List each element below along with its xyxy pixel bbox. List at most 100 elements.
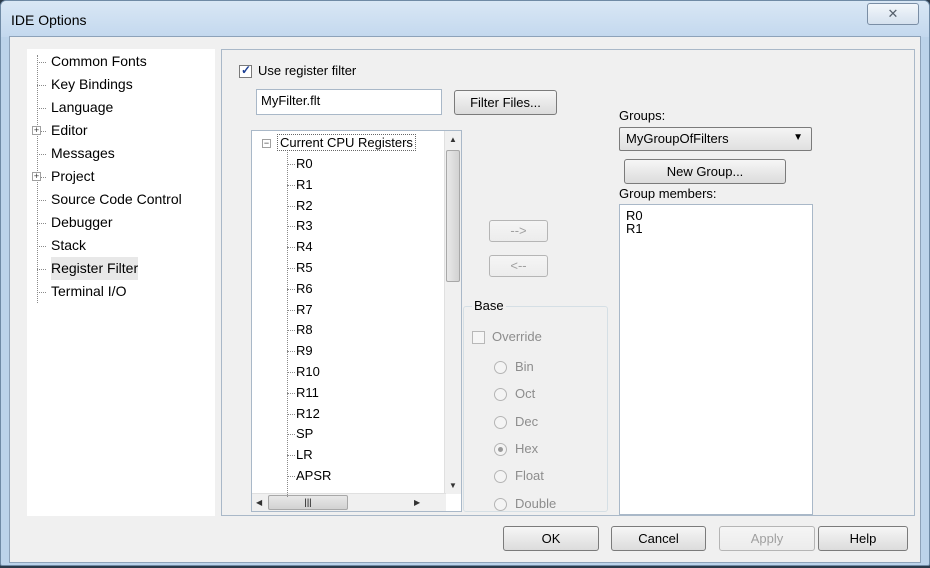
nav-item-label: Stack <box>51 237 87 253</box>
tree-branch-line <box>37 292 46 293</box>
tree-branch-line <box>287 247 295 249</box>
group-members-list[interactable]: R0 R1 <box>619 204 813 515</box>
group-member-item[interactable]: R1 <box>626 222 806 235</box>
base-oct-radio[interactable] <box>494 388 507 402</box>
nav-item-source-code-control[interactable]: Source Code Control <box>27 188 215 211</box>
use-register-filter-label: Use register filter <box>258 63 357 78</box>
scroll-left-icon[interactable]: ◀ <box>256 498 262 507</box>
nav-item-stack[interactable]: Stack <box>27 234 215 257</box>
base-dec-radio[interactable] <box>494 415 507 429</box>
groups-label: Groups: <box>619 108 666 123</box>
register-item-r4[interactable]: R4 <box>287 237 313 257</box>
help-button[interactable]: Help <box>818 526 908 551</box>
tree-branch-line <box>37 200 46 201</box>
register-tree[interactable]: R0 R1 R2 R3 R4 R5 R6 R7 R8 R9 R10 R11 R12 SP LR APSR ▲ … <box>251 130 462 512</box>
groups-selected-value: MyGroupOfFilters <box>626 131 729 146</box>
register-tree-vertical-scrollbar[interactable]: ▲ ▼ <box>444 131 461 494</box>
new-group-button[interactable]: New Group... <box>624 159 786 184</box>
nav-item-language[interactable]: Language <box>27 96 215 119</box>
collapse-icon[interactable]: − <box>262 139 271 148</box>
filter-files-button[interactable]: Filter Files... <box>454 90 557 115</box>
tree-branch-line <box>287 351 295 353</box>
register-item-label: LR <box>296 447 313 463</box>
nav-item-label: Register Filter <box>51 257 139 280</box>
groups-dropdown[interactable]: MyGroupOfFilters ▼ <box>619 127 812 151</box>
base-bin-radio[interactable] <box>494 361 507 374</box>
register-item-r0[interactable]: R0 <box>287 154 313 174</box>
register-item-r2[interactable]: R2 <box>287 196 313 216</box>
remove-from-group-button[interactable]: <-- <box>489 255 548 277</box>
nav-item-label: Project <box>51 168 95 184</box>
register-item-r6[interactable]: R6 <box>287 279 313 299</box>
register-tree-root[interactable]: − Current CPU Registers <box>260 133 416 153</box>
scroll-up-icon[interactable]: ▲ <box>449 135 457 144</box>
register-item-sp[interactable]: SP <box>287 424 313 444</box>
vertical-scroll-thumb[interactable] <box>446 150 460 282</box>
base-double-label: Double <box>515 495 557 511</box>
tree-branch-line <box>287 476 295 478</box>
expand-icon[interactable]: + <box>32 126 41 135</box>
nav-item-label: Source Code Control <box>51 191 182 207</box>
group-member-item[interactable]: R0 <box>626 209 806 222</box>
nav-item-label: Language <box>51 99 114 115</box>
tree-branch-line <box>287 205 295 207</box>
register-item-r9[interactable]: R9 <box>287 341 313 361</box>
base-double-radio[interactable] <box>494 497 507 511</box>
filter-file-field[interactable]: MyFilter.flt <box>256 89 442 115</box>
nav-item-editor[interactable]: + Editor <box>27 119 215 142</box>
nav-item-common-fonts[interactable]: Common Fonts <box>27 50 215 73</box>
expand-icon[interactable]: + <box>32 172 41 181</box>
register-item-label: R4 <box>296 239 313 255</box>
register-item-label: R9 <box>296 343 313 359</box>
register-tree-horizontal-scrollbar[interactable]: ◀ ||| ▶ <box>252 493 446 511</box>
nav-item-messages[interactable]: Messages <box>27 142 215 165</box>
register-item-r1[interactable]: R1 <box>287 175 313 195</box>
register-item-label: R6 <box>296 280 313 296</box>
tree-branch-line <box>287 434 295 436</box>
register-item-lr[interactable]: LR <box>287 445 313 465</box>
tree-branch-line <box>287 268 295 270</box>
nav-item-project[interactable]: + Project <box>27 165 215 188</box>
register-item-label: R2 <box>296 197 313 213</box>
register-item-label: R0 <box>296 156 313 171</box>
nav-item-label: Messages <box>51 145 115 161</box>
tree-branch-line <box>287 413 295 415</box>
nav-item-debugger[interactable]: Debugger <box>27 211 215 234</box>
register-item-label: R8 <box>296 322 313 338</box>
close-button[interactable]: ✕ <box>867 3 919 25</box>
base-group-box: Base Override Bin Oct Dec Hex Float Double <box>463 298 608 512</box>
base-hex-radio[interactable] <box>494 442 507 456</box>
tree-branch-line <box>287 184 295 186</box>
register-item-r7[interactable]: R7 <box>287 300 313 320</box>
apply-button[interactable]: Apply <box>719 526 815 551</box>
base-oct-label: Oct <box>515 386 536 402</box>
register-item-r8[interactable]: R8 <box>287 320 313 340</box>
scroll-right-icon[interactable]: ▶ <box>414 498 420 507</box>
dialog-client-area: Common Fonts Key Bindings Language + Editor M… <box>9 36 921 563</box>
scroll-down-icon[interactable]: ▼ <box>449 481 457 490</box>
add-to-group-button[interactable]: --> <box>489 220 548 242</box>
tree-branch-line <box>37 223 46 224</box>
nav-item-label: Editor <box>51 122 88 138</box>
register-item-r12[interactable]: R12 <box>287 404 320 424</box>
options-category-tree[interactable]: Common Fonts Key Bindings Language + Editor M… <box>27 49 215 516</box>
use-register-filter-checkbox[interactable] <box>239 63 252 78</box>
tree-branch-line <box>287 164 295 166</box>
ok-button[interactable]: OK <box>503 526 599 551</box>
tree-guide-line <box>287 152 288 497</box>
register-item-r10[interactable]: R10 <box>287 362 320 382</box>
register-item-r11[interactable]: R11 <box>287 383 319 403</box>
register-item-r5[interactable]: R5 <box>287 258 313 278</box>
nav-item-key-bindings[interactable]: Key Bindings <box>27 73 215 96</box>
override-checkbox[interactable] <box>472 331 485 344</box>
nav-item-terminal-i-o[interactable]: Terminal I/O <box>27 280 215 303</box>
register-item-r3[interactable]: R3 <box>287 216 313 236</box>
register-item-apsr[interactable]: APSR <box>287 466 331 486</box>
nav-item-register-filter[interactable]: Register Filter <box>27 257 215 280</box>
tree-branch-line <box>37 108 46 109</box>
base-float-radio[interactable] <box>494 470 507 484</box>
cancel-button[interactable]: Cancel <box>611 526 706 551</box>
title-bar: IDE Options ✕ <box>1 1 929 37</box>
nav-item-label: Debugger <box>51 214 113 230</box>
horizontal-scroll-thumb[interactable]: ||| <box>268 495 348 510</box>
